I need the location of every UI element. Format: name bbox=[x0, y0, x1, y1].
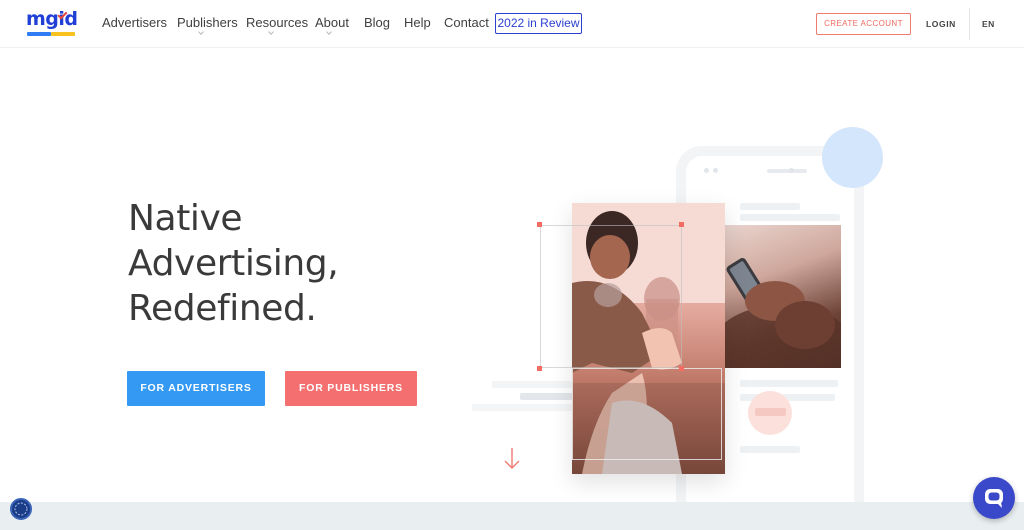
phone-dot bbox=[713, 168, 718, 173]
publishers-chevron-down-icon bbox=[198, 29, 204, 35]
placeholder-line bbox=[492, 381, 572, 388]
nav-about[interactable]: About bbox=[315, 15, 349, 30]
phone-dot bbox=[704, 168, 709, 173]
logo-bar-blue bbox=[27, 32, 51, 36]
nav-advertisers[interactable]: Advertisers bbox=[102, 15, 167, 30]
nav-contact[interactable]: Contact bbox=[444, 15, 489, 30]
hero-title-line-1: Native bbox=[128, 198, 243, 239]
accessibility-icon[interactable] bbox=[10, 498, 32, 520]
frame-corner-handle bbox=[537, 366, 542, 371]
hero-title-line-2: Advertising, bbox=[128, 243, 339, 284]
mgid-logo[interactable]: mgid bbox=[26, 8, 78, 37]
placeholder-line bbox=[740, 203, 800, 210]
page: mgid Advertisers Publishers Resources Ab… bbox=[0, 0, 1024, 530]
selection-frame-lower bbox=[572, 368, 722, 460]
nav-publishers[interactable]: Publishers bbox=[177, 15, 238, 30]
login-link[interactable]: LOGIN bbox=[926, 19, 956, 29]
hero-title-line-3: Redefined. bbox=[128, 288, 317, 329]
logo-text: mgid bbox=[26, 8, 78, 30]
nav-blog[interactable]: Blog bbox=[364, 15, 390, 30]
frame-corner-handle bbox=[537, 222, 542, 227]
for-advertisers-button[interactable]: FOR ADVERTISERS bbox=[127, 371, 265, 406]
logo-bar-yellow bbox=[51, 32, 75, 36]
nav-help[interactable]: Help bbox=[404, 15, 431, 30]
placeholder-line bbox=[740, 446, 800, 453]
language-selector[interactable]: EN bbox=[982, 19, 995, 29]
header-divider bbox=[969, 8, 970, 40]
phone-hand-photo bbox=[725, 225, 841, 368]
chat-bubble-icon[interactable] bbox=[973, 477, 1015, 519]
frame-corner-handle bbox=[679, 366, 684, 371]
placeholder-line bbox=[472, 404, 572, 411]
year-in-review-button[interactable]: 2022 in Review bbox=[495, 13, 582, 34]
phone-dot bbox=[789, 168, 794, 173]
resources-chevron-down-icon bbox=[268, 29, 274, 35]
placeholder-line bbox=[740, 380, 838, 387]
phone-speaker bbox=[767, 169, 807, 173]
for-publishers-button[interactable]: FOR PUBLISHERS bbox=[285, 371, 417, 406]
hero-title: Native Advertising, Redefined. bbox=[128, 196, 458, 331]
placeholder-line bbox=[740, 214, 840, 221]
frame-corner-handle bbox=[679, 222, 684, 227]
site-header: mgid Advertisers Publishers Resources Ab… bbox=[0, 0, 1024, 48]
decorative-circle bbox=[822, 127, 883, 188]
next-section-strip bbox=[0, 502, 1024, 530]
about-chevron-down-icon bbox=[326, 29, 332, 35]
phone-hand-illustration bbox=[725, 258, 841, 368]
placeholder-bar bbox=[755, 408, 786, 416]
create-account-button[interactable]: CREATE ACCOUNT bbox=[816, 13, 911, 35]
selection-frame bbox=[540, 225, 682, 368]
nav-resources[interactable]: Resources bbox=[246, 15, 308, 30]
arrow-down-icon[interactable] bbox=[503, 446, 521, 472]
